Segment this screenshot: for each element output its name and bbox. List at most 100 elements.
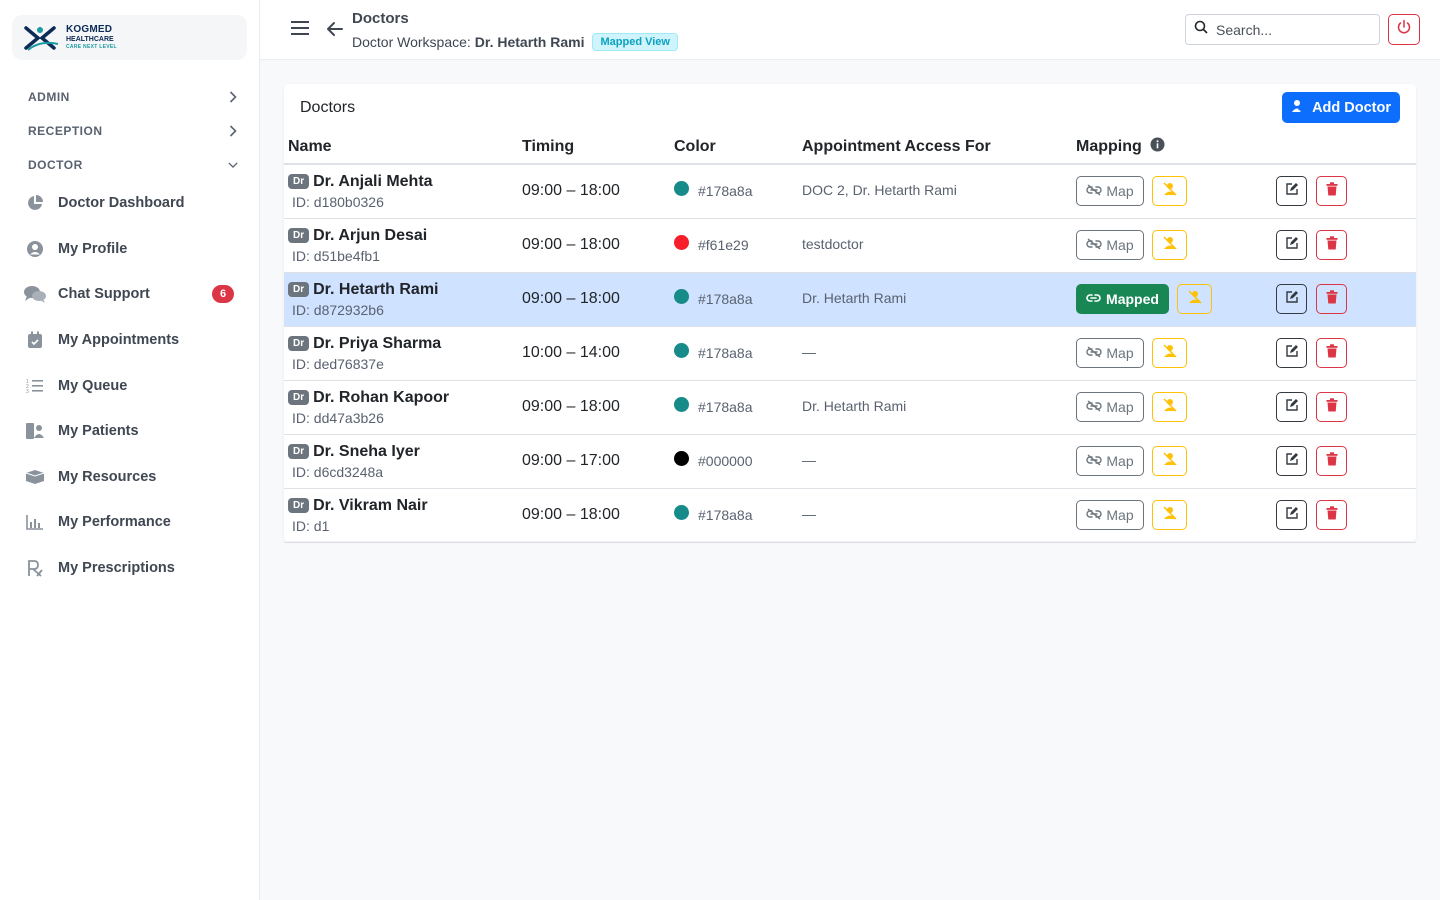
dr-tag: Dr [288, 498, 310, 513]
power-icon [1396, 19, 1412, 40]
table-row[interactable]: Dr Dr. Arjun Desai ID: d51be4fb1 09:00 –… [284, 218, 1416, 272]
edit-icon [1285, 290, 1299, 309]
patients-icon [24, 420, 46, 442]
unlink-icon [1086, 453, 1106, 469]
table-row[interactable]: Dr Dr. Rohan Kapoor ID: dd47a3b26 09:00 … [284, 380, 1416, 434]
section-doctor[interactable]: DOCTOR [28, 155, 238, 175]
unlink-icon [1086, 237, 1106, 253]
map-button[interactable]: Map [1076, 446, 1144, 476]
sidebar-item-label: My Performance [58, 514, 171, 530]
unassign-user-button[interactable] [1152, 500, 1187, 530]
box-icon [24, 466, 46, 488]
map-button[interactable]: Map [1076, 338, 1144, 368]
color-hex: #178a8a [698, 291, 753, 307]
edit-icon [1285, 236, 1299, 255]
column-header-access[interactable]: Appointment Access For [802, 130, 1076, 165]
map-button[interactable]: Map [1076, 392, 1144, 422]
sidebar-item-my-resources[interactable]: My Resources [24, 459, 238, 495]
delete-button[interactable] [1316, 230, 1347, 260]
search-input[interactable] [1216, 21, 1366, 38]
section-admin[interactable]: ADMIN [28, 87, 238, 107]
delete-button[interactable] [1316, 284, 1347, 314]
table-row[interactable]: Dr Dr. Vikram Nair ID: d1 09:00 – 18:00 … [284, 488, 1416, 542]
user-slash-icon [1162, 451, 1178, 472]
sidebar-item-chat-support[interactable]: Chat Support 6 [24, 276, 238, 312]
edit-button[interactable] [1276, 338, 1307, 368]
sidebar-item-my-patients[interactable]: My Patients [24, 413, 238, 449]
user-slash-icon [1162, 235, 1178, 256]
doctors-card: Doctors Add Doctor Name Timing Color App… [284, 84, 1416, 542]
sidebar-item-my-prescriptions[interactable]: My Prescriptions [24, 550, 238, 586]
table-row[interactable]: Dr Dr. Priya Sharma ID: ded76837e 10:00 … [284, 326, 1416, 380]
table-row[interactable]: Dr Dr. Anjali Mehta ID: d180b0326 09:00 … [284, 164, 1416, 218]
color-swatch [674, 180, 689, 196]
delete-button[interactable] [1316, 392, 1347, 422]
delete-button[interactable] [1316, 446, 1347, 476]
column-header-mapping[interactable]: Mapping [1076, 130, 1276, 165]
column-header-timing[interactable]: Timing [522, 130, 674, 165]
appointment-access: — [802, 506, 816, 522]
logout-button[interactable] [1388, 14, 1420, 45]
section-label: RECEPTION [28, 124, 103, 138]
chevron-right-icon [228, 91, 238, 103]
info-icon[interactable] [1150, 137, 1165, 157]
unassign-user-button[interactable] [1152, 446, 1187, 476]
brand-logo[interactable]: KOGMED HEALTHCARE CARE NEXT LEVEL [12, 15, 247, 60]
search-box[interactable] [1185, 14, 1380, 45]
map-button[interactable]: Map [1076, 230, 1144, 260]
edit-icon [1285, 506, 1299, 525]
sidebar-item-doctor-dashboard[interactable]: Doctor Dashboard [24, 185, 238, 221]
mapped-button[interactable]: Mapped [1076, 284, 1169, 314]
color-hex: #000000 [698, 453, 753, 469]
table-row[interactable]: Dr Dr. Sneha Iyer ID: d6cd3248a 09:00 – … [284, 434, 1416, 488]
unassign-user-button[interactable] [1152, 230, 1187, 260]
color-swatch [674, 342, 689, 358]
edit-button[interactable] [1276, 230, 1307, 260]
delete-button[interactable] [1316, 500, 1347, 530]
user-slash-icon [1162, 181, 1178, 202]
sidebar-item-my-performance[interactable]: My Performance [24, 504, 238, 540]
edit-button[interactable] [1276, 392, 1307, 422]
user-circle-icon [24, 238, 46, 260]
dr-tag: Dr [288, 336, 310, 351]
add-doctor-button[interactable]: Add Doctor [1282, 92, 1400, 123]
user-slash-icon [1187, 289, 1203, 310]
map-label: Map [1106, 399, 1134, 415]
sidebar-item-label: Doctor Dashboard [58, 195, 185, 211]
trash-icon [1326, 343, 1338, 363]
delete-button[interactable] [1316, 176, 1347, 207]
unassign-user-button[interactable] [1177, 284, 1212, 314]
dr-tag: Dr [288, 444, 310, 459]
top-header: Doctors Doctor Workspace: Dr. Hetarth Ra… [260, 0, 1440, 60]
edit-button[interactable] [1276, 284, 1307, 314]
brand-sub: HEALTHCARE [66, 36, 114, 43]
doctor-id: ID: d872932b6 [292, 301, 384, 318]
column-header-color[interactable]: Color [674, 130, 802, 165]
svg-text:3: 3 [26, 389, 29, 394]
edit-icon [1285, 182, 1299, 201]
edit-button[interactable] [1276, 176, 1307, 207]
edit-button[interactable] [1276, 446, 1307, 476]
menu-toggle-icon[interactable] [290, 19, 310, 39]
back-arrow-icon[interactable] [326, 20, 346, 40]
sidebar-item-label: My Appointments [58, 332, 180, 348]
sidebar-item-label: My Profile [58, 241, 128, 257]
unassign-user-button[interactable] [1152, 392, 1187, 422]
map-button[interactable]: Map [1076, 176, 1144, 207]
table-row[interactable]: Dr Dr. Hetarth Rami ID: d872932b6 09:00 … [284, 272, 1416, 326]
chevron-right-icon [228, 125, 238, 137]
unlink-icon [1086, 399, 1106, 415]
mapped-view-badge: Mapped View [592, 33, 678, 51]
column-header-name[interactable]: Name [284, 130, 522, 165]
sidebar-item-my-profile[interactable]: My Profile [24, 231, 238, 267]
color-swatch [674, 504, 689, 520]
sidebar-item-my-queue[interactable]: 123 My Queue [24, 368, 238, 404]
unassign-user-button[interactable] [1152, 176, 1187, 207]
sidebar-item-my-appointments[interactable]: My Appointments [24, 322, 238, 358]
section-reception[interactable]: RECEPTION [28, 121, 238, 141]
map-button[interactable]: Map [1076, 500, 1144, 530]
section-label: DOCTOR [28, 158, 83, 172]
unassign-user-button[interactable] [1152, 338, 1187, 368]
edit-button[interactable] [1276, 500, 1307, 530]
delete-button[interactable] [1316, 338, 1347, 368]
